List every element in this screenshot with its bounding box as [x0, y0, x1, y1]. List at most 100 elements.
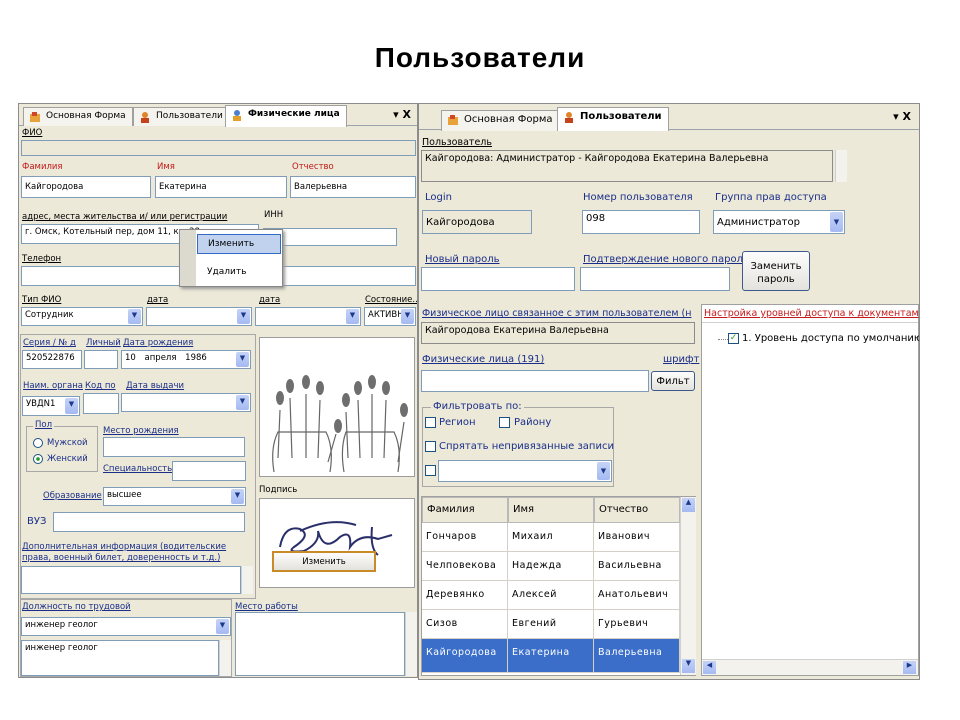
date-label-2: дата: [259, 295, 281, 305]
column-header-name[interactable]: Имя: [508, 497, 594, 523]
number-field[interactable]: 098: [582, 210, 700, 234]
workplace-field[interactable]: [235, 612, 405, 676]
signature-label: Подпись: [259, 485, 298, 495]
access-hscrollbar[interactable]: ◀ ▶: [702, 659, 918, 675]
chevron-down-icon: ▼: [65, 398, 78, 414]
tab-main-form[interactable]: Основная Форма: [23, 107, 133, 126]
scroll-right-icon[interactable]: ▶: [903, 661, 916, 674]
inn-field[interactable]: [263, 228, 397, 246]
chevron-down-icon: ▼: [401, 309, 414, 324]
speciality-label: Специальность: [103, 464, 173, 474]
radio-male[interactable]: [33, 438, 43, 448]
type-select[interactable]: Сотрудник ▼: [21, 307, 143, 326]
extra-info-label: Дополнительная информация (водительские …: [22, 542, 227, 563]
radio-female[interactable]: [33, 454, 43, 464]
chevron-down-icon: ▼: [236, 352, 249, 367]
code-field[interactable]: [83, 393, 119, 414]
patronymic-field[interactable]: Валерьевна: [290, 176, 416, 198]
close-icon[interactable]: ▾ X: [893, 110, 911, 123]
name-field[interactable]: Екатерина: [155, 176, 287, 198]
linked-person-field[interactable]: Кайгородова Екатерина Валерьевна: [421, 322, 695, 344]
persons-search-field[interactable]: [421, 370, 649, 392]
tab-persons[interactable]: Физические лица: [225, 105, 347, 127]
font-link[interactable]: шрифт: [663, 354, 699, 365]
date-select-1[interactable]: ▼: [146, 307, 252, 326]
personal-label: Личный: [86, 338, 121, 348]
grid-scrollbar[interactable]: ▲ ▼: [680, 497, 696, 675]
tab-bar: Основная Форма Пользователи ▾ X: [419, 104, 919, 131]
position-select[interactable]: инженер геолог ▼: [21, 617, 231, 636]
sex-group: [26, 426, 98, 472]
number-label: Номер пользователя: [583, 192, 693, 203]
login-field[interactable]: Кайгородова: [422, 210, 532, 234]
group-select[interactable]: Администратор ▼: [713, 210, 845, 234]
chevron-down-icon: ▼: [830, 212, 843, 232]
issue-date-select[interactable]: ▼: [121, 393, 251, 412]
new-password-field[interactable]: [421, 267, 575, 291]
tab-users[interactable]: Пользователи: [133, 107, 230, 126]
workplace-scrollbar[interactable]: [405, 612, 417, 676]
user-label: Пользователь: [422, 137, 492, 148]
tab-main-form[interactable]: Основная Форма: [441, 110, 560, 131]
education-select[interactable]: высшее ▼: [103, 487, 246, 506]
close-icon[interactable]: ▾ X: [393, 108, 411, 121]
menu-item-edit[interactable]: Изменить: [197, 234, 281, 254]
access-label: Настройка уровней доступа к документам: [704, 308, 919, 319]
user-field[interactable]: Кайгородова: Администратор - Кайгородова…: [421, 150, 833, 182]
slide-title: Пользователи: [374, 42, 586, 73]
column-header-surname[interactable]: Фамилия: [422, 497, 508, 523]
region-select[interactable]: ▼: [438, 460, 612, 482]
chevron-down-icon: ▼: [236, 395, 249, 410]
hide-unlinked-checkbox[interactable]: [425, 441, 436, 452]
change-password-button[interactable]: Заменить пароль: [742, 251, 810, 291]
state-label: Состояние...: [365, 295, 418, 305]
hide-unlinked-label: Спрятать непривязанные записи: [439, 441, 614, 452]
speciality-field[interactable]: [172, 461, 246, 481]
filter-region-checkbox[interactable]: [425, 417, 436, 428]
persons-icon: [233, 110, 241, 121]
column-header-patronymic[interactable]: Отчество: [594, 497, 680, 523]
date-label-1: дата: [147, 295, 169, 305]
signature-area: Изменить: [259, 498, 415, 588]
scroll-down-icon[interactable]: ▼: [682, 659, 695, 673]
chevron-down-icon: ▼: [237, 309, 250, 324]
personal-field[interactable]: [84, 350, 118, 369]
fio-field[interactable]: [21, 140, 416, 156]
access-item-label: 1. Уровень доступа по умолчанию: [742, 333, 920, 344]
filter-district-checkbox[interactable]: [499, 417, 510, 428]
surname-label: Фамилия: [22, 162, 63, 172]
signature-change-button[interactable]: Изменить: [272, 551, 376, 572]
code-label: Код по: [85, 381, 116, 391]
new-password-label: Новый пароль: [425, 254, 500, 265]
filter-button[interactable]: Фильт: [651, 371, 695, 391]
phone-label: Телефон: [22, 254, 62, 264]
chevron-down-icon: ▼: [597, 462, 610, 480]
users-window: Основная Форма Пользователи ▾ X Пользова…: [418, 103, 920, 680]
scroll-left-icon[interactable]: ◀: [703, 661, 716, 674]
org-select[interactable]: УВДN1 ▼: [22, 396, 80, 416]
date-select-2[interactable]: ▼: [255, 307, 361, 326]
vuz-field[interactable]: [53, 512, 245, 532]
birth-label: Дата рождения: [123, 338, 194, 348]
passport-series-label: Серия / № д: [23, 338, 76, 348]
menu-item-delete[interactable]: Удалить: [197, 263, 281, 283]
education-label: Образование: [43, 491, 102, 501]
scroll-up-icon[interactable]: ▲: [682, 498, 695, 512]
access-level-checkbox[interactable]: ✓: [728, 333, 739, 344]
sex-female-label: Женский: [47, 454, 88, 464]
extra-info-field[interactable]: [21, 566, 241, 594]
state-select[interactable]: АКТИВНI ▼: [364, 307, 416, 326]
birth-date-picker[interactable]: 10 апреля 1986 ▼: [121, 350, 251, 369]
region-checkbox[interactable]: [425, 465, 436, 476]
birthplace-field[interactable]: [103, 437, 245, 457]
position-scrollbar[interactable]: [219, 640, 231, 676]
position-text[interactable]: инженер геолог: [21, 640, 219, 676]
confirm-password-field[interactable]: [580, 267, 730, 291]
passport-series-field[interactable]: 520522876: [22, 350, 82, 369]
linked-person-label: Физическое лицо связанное с этим пользов…: [422, 308, 692, 319]
extra-info-scrollbar[interactable]: [241, 566, 253, 594]
surname-field[interactable]: Кайгородова: [21, 176, 151, 198]
patronymic-label: Отчество: [292, 162, 334, 172]
user-scrollbar[interactable]: [835, 150, 847, 182]
tab-users[interactable]: Пользователи: [557, 107, 669, 131]
